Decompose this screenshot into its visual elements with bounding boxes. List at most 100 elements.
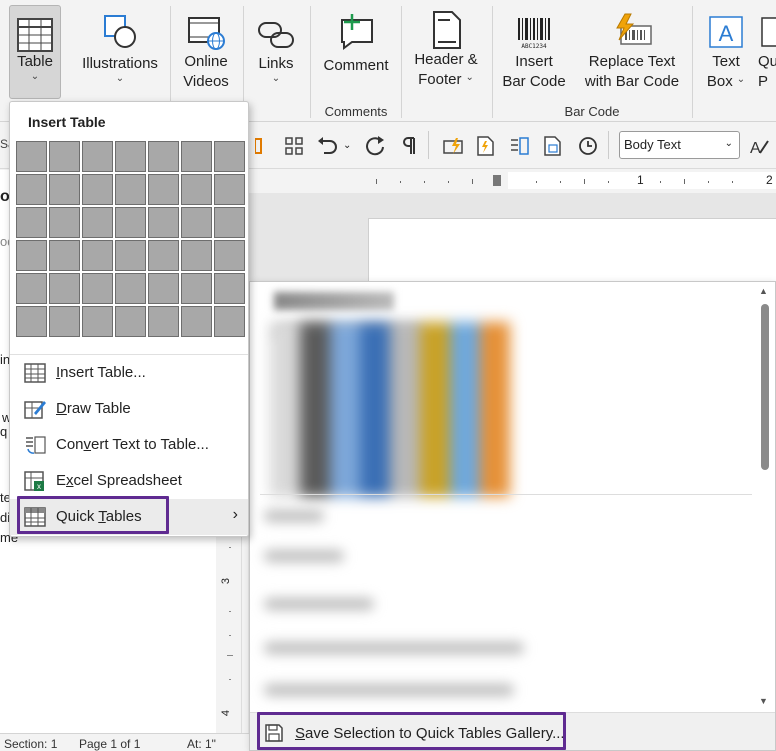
grid-layout-icon[interactable] <box>281 133 307 159</box>
table-grid-cell[interactable] <box>49 141 80 172</box>
online-videos-button[interactable]: Online Videos <box>176 6 236 92</box>
undo-dropdown-icon[interactable]: ⌄ <box>343 140 351 151</box>
comment-button[interactable]: Comment <box>318 6 394 76</box>
table-grid-cell[interactable] <box>148 273 179 304</box>
table-grid-cell[interactable] <box>214 306 245 337</box>
table-grid-cell[interactable] <box>148 306 179 337</box>
convert-icon[interactable] <box>506 133 532 159</box>
table-grid-cell[interactable] <box>82 174 113 205</box>
table-grid-cell[interactable] <box>49 174 80 205</box>
table-grid-cell[interactable] <box>181 174 212 205</box>
table-grid-cell[interactable] <box>214 240 245 271</box>
styles-pane-icon[interactable]: A <box>746 133 772 159</box>
table-grid-cell[interactable] <box>115 273 146 304</box>
table-grid-cell[interactable] <box>148 174 179 205</box>
table-grid-cell[interactable] <box>181 141 212 172</box>
text-box-button[interactable]: A Text Box ⌄ <box>698 6 754 92</box>
svg-text:x: x <box>37 482 41 491</box>
menu-item-draw-table[interactable]: Draw Table <box>10 391 248 427</box>
table-grid-cell[interactable] <box>49 306 80 337</box>
illustrations-button[interactable]: Illustrations ⌄ <box>78 6 162 84</box>
illustrations-label: Illustrations <box>82 55 158 72</box>
table-grid-cell[interactable] <box>16 240 47 271</box>
ribbon-separator <box>692 6 693 118</box>
table-button[interactable]: Table ⌄ <box>9 5 61 99</box>
table-grid-cell[interactable] <box>82 240 113 271</box>
paragraph-style-select[interactable]: Body Text ⌄ <box>619 131 740 159</box>
table-grid-cell[interactable] <box>82 141 113 172</box>
table-grid-cell[interactable] <box>82 306 113 337</box>
table-grid-cell[interactable] <box>16 306 47 337</box>
table-grid-cell[interactable] <box>181 306 212 337</box>
blurred-text <box>264 550 344 562</box>
table-grid-cell[interactable] <box>181 207 212 238</box>
replace-text-bar-code-button[interactable]: Replace Text with Bar Code <box>578 6 686 92</box>
table-grid-cell[interactable] <box>214 174 245 205</box>
table-grid-cell[interactable] <box>115 306 146 337</box>
undo-icon[interactable] <box>314 133 340 159</box>
chevron-down-icon: ⌄ <box>115 73 125 84</box>
online-videos-label-1: Online <box>184 53 228 70</box>
table-grid-cell[interactable] <box>115 240 146 271</box>
quick-parts-button[interactable]: Qu P <box>758 6 776 92</box>
document-lightning-icon[interactable] <box>472 133 498 159</box>
comment-icon <box>318 6 394 50</box>
insert-bar-code-button[interactable]: ABC1234 Insert Bar Code <box>498 6 570 92</box>
link-icon <box>252 6 300 50</box>
online-videos-label-2: Videos <box>183 73 229 90</box>
table-grid-cell[interactable] <box>181 273 212 304</box>
table-grid-cell[interactable] <box>49 207 80 238</box>
table-grid-cell[interactable] <box>115 174 146 205</box>
status-section: Section: 1 <box>4 737 58 751</box>
menu-item-label: Excel Spreadsheet <box>56 472 182 489</box>
thumb-stripe <box>300 322 330 497</box>
ruler-mark-1: 1 <box>637 173 644 187</box>
barcode-lightning-icon[interactable] <box>440 133 466 159</box>
scrollbar-thumb[interactable] <box>761 304 769 470</box>
insert-bar-code-label-1: Insert <box>515 53 553 70</box>
gallery-heading-blurred <box>274 292 394 310</box>
gallery-item-thumbnail[interactable] <box>270 322 510 497</box>
table-grid-cell[interactable] <box>148 207 179 238</box>
scroll-up-icon[interactable]: ▲ <box>759 286 768 296</box>
table-grid-cell[interactable] <box>16 141 47 172</box>
table-grid-cell[interactable] <box>115 141 146 172</box>
excel-icon: x <box>24 471 46 491</box>
text-box-label-1: Text <box>712 53 740 70</box>
table-grid-cell[interactable] <box>82 207 113 238</box>
text-box-icon: A <box>698 6 754 50</box>
table-grid-cell[interactable] <box>115 207 146 238</box>
document-table-icon[interactable] <box>540 133 566 159</box>
table-grid-cell[interactable] <box>214 141 245 172</box>
table-grid-cell[interactable] <box>49 240 80 271</box>
blurred-text <box>264 684 514 696</box>
menu-item-convert-text[interactable]: Convert Text to Table... <box>10 427 248 463</box>
thumb-stripe <box>480 322 510 497</box>
table-grid-cell[interactable] <box>214 207 245 238</box>
menu-item-insert-table[interactable]: Insert Table... <box>10 355 248 391</box>
gallery-scrollbar[interactable]: ▲ ▼ <box>757 284 771 709</box>
links-button[interactable]: Links ⌄ <box>252 6 300 84</box>
toolbar-icon-partial[interactable] <box>246 133 272 159</box>
redo-icon[interactable] <box>362 133 388 159</box>
table-grid-cell[interactable] <box>49 273 80 304</box>
header-footer-button[interactable]: Header & Footer ⌄ <box>408 6 484 90</box>
menu-item-excel-spreadsheet[interactable]: x Excel Spreadsheet <box>10 463 248 499</box>
table-size-grid[interactable] <box>16 141 245 337</box>
chevron-down-icon: ⌄ <box>30 71 40 82</box>
table-grid-cell[interactable] <box>16 207 47 238</box>
table-grid-cell[interactable] <box>148 141 179 172</box>
table-grid-cell[interactable] <box>214 273 245 304</box>
comment-label: Comment <box>323 57 389 74</box>
pilcrow-icon[interactable] <box>396 133 422 159</box>
table-grid-cell[interactable] <box>16 273 47 304</box>
clock-icon[interactable] <box>575 133 601 159</box>
blurred-text <box>264 510 324 522</box>
table-grid-cell[interactable] <box>82 273 113 304</box>
table-grid-cell[interactable] <box>148 240 179 271</box>
scroll-down-icon[interactable]: ▼ <box>759 696 768 706</box>
menu-item-label: Insert Table... <box>56 364 146 381</box>
table-grid-cell[interactable] <box>181 240 212 271</box>
table-grid-cell[interactable] <box>16 174 47 205</box>
header-footer-label-1: Header & <box>414 51 478 68</box>
